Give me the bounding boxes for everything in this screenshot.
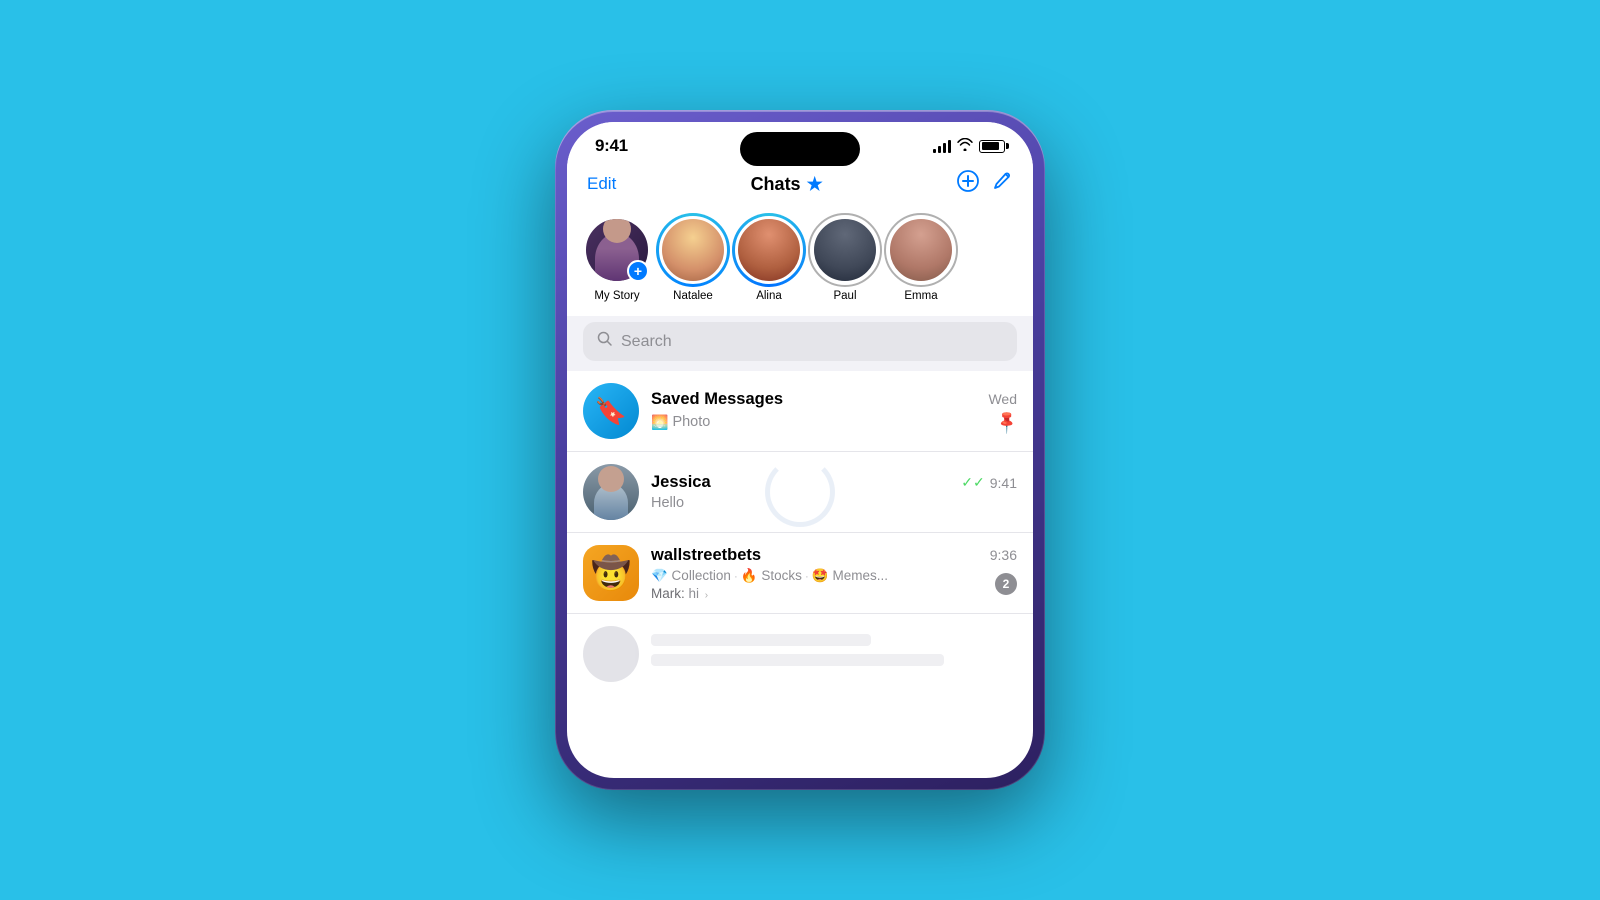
my-story-avatar-wrapper: +: [583, 216, 651, 284]
chat-item-jessica[interactable]: Jessica ✓✓ 9:41 Hello: [567, 452, 1033, 533]
alina-avatar: [735, 216, 803, 284]
saved-messages-content: Saved Messages Wed 🌅 Photo 📌: [651, 390, 1017, 432]
wsb-time: 9:36: [990, 547, 1017, 563]
status-time: 9:41: [595, 136, 628, 156]
partial-avatar: [583, 626, 639, 682]
emma-avatar: [887, 216, 955, 284]
story-item-paul[interactable]: Paul: [811, 216, 879, 302]
background: 9:41: [0, 0, 1600, 900]
chat-item-partial: [567, 614, 1033, 694]
jessica-content: Jessica ✓✓ 9:41 Hello: [651, 473, 1017, 511]
edit-button[interactable]: Edit: [587, 174, 616, 194]
emma-avatar-wrapper: [887, 216, 955, 284]
jessica-name: Jessica: [651, 473, 711, 492]
wsb-avatar: 🤠: [583, 545, 639, 601]
wsb-badge: 2: [995, 573, 1017, 595]
search-icon: [597, 331, 613, 352]
header: Edit Chats ★: [567, 162, 1033, 208]
emma-label: Emma: [904, 290, 937, 302]
wsb-preview: 💎 Collection · 🔥 Stocks · 🤩 Memes... Mar…: [651, 568, 995, 601]
natalee-label: Natalee: [673, 290, 713, 302]
double-check-icon: ✓✓: [961, 474, 984, 491]
chat-list: 🔖 Saved Messages Wed 🌅 Photo 📌: [567, 371, 1033, 694]
natalee-avatar-wrapper: [659, 216, 727, 284]
photo-emoji-icon: 🌅: [651, 414, 668, 431]
alina-label: Alina: [756, 290, 782, 302]
header-actions: [957, 170, 1013, 198]
chevron-right-icon: ›: [705, 590, 708, 601]
jessica-avatar: [583, 464, 639, 520]
paul-avatar-wrapper: [811, 216, 879, 284]
saved-messages-avatar: 🔖: [583, 383, 639, 439]
search-placeholder: Search: [621, 333, 672, 351]
chat-item-wsb[interactable]: 🤠 wallstreetbets 9:36 💎 Collection ·: [567, 533, 1033, 614]
mark-name: Mark:: [651, 586, 689, 601]
wsb-mark-preview: Mark: hi ›: [651, 586, 708, 601]
add-story-badge: +: [627, 260, 649, 282]
mark-message: hi: [689, 586, 700, 601]
wifi-icon: [957, 138, 973, 154]
wsb-tags: 💎 Collection · 🔥 Stocks · 🤩 Memes...: [651, 568, 888, 584]
natalee-avatar: [659, 216, 727, 284]
status-icons: [933, 138, 1005, 154]
saved-messages-preview: 🌅 Photo: [651, 414, 997, 431]
wsb-tag-stocks: 🔥 Stocks: [741, 568, 802, 584]
jessica-time: 9:41: [990, 475, 1017, 491]
story-item-my-story[interactable]: + My Story: [583, 216, 651, 302]
stories-container: + My Story Natalee: [567, 208, 1033, 316]
bookmark-icon: 🔖: [595, 396, 627, 427]
pin-icon: 📌: [993, 408, 1021, 436]
dynamic-island: [740, 132, 860, 166]
saved-messages-name: Saved Messages: [651, 390, 783, 409]
phone-screen: 9:41: [567, 122, 1033, 778]
paul-label: Paul: [833, 290, 856, 302]
wsb-content: wallstreetbets 9:36 💎 Collection · 🔥 Sto…: [651, 546, 1017, 601]
battery-icon: [979, 140, 1005, 153]
story-item-natalee[interactable]: Natalee: [659, 216, 727, 302]
header-title: Chats ★: [751, 174, 823, 195]
chat-item-saved[interactable]: 🔖 Saved Messages Wed 🌅 Photo 📌: [567, 371, 1033, 452]
wsb-tag-collection: 💎 Collection: [651, 568, 731, 584]
phone-wrapper: 9:41: [555, 110, 1045, 790]
search-container: Search: [567, 316, 1033, 371]
star-icon: ★: [807, 174, 823, 195]
add-chat-button[interactable]: [957, 170, 979, 198]
story-item-emma[interactable]: Emma: [887, 216, 955, 302]
status-bar: 9:41: [567, 122, 1033, 162]
paul-avatar: [811, 216, 879, 284]
signal-icon: [933, 139, 951, 153]
story-item-alina[interactable]: Alina: [735, 216, 803, 302]
my-story-label: My Story: [594, 290, 639, 302]
wsb-tag-memes: 🤩 Memes...: [812, 568, 888, 584]
saved-messages-time: Wed: [988, 391, 1017, 407]
wsb-emoji-icon: 🤠: [591, 554, 631, 592]
search-bar[interactable]: Search: [583, 322, 1017, 361]
compose-button[interactable]: [991, 170, 1013, 198]
jessica-preview: Hello: [651, 495, 1017, 511]
partial-lines: [651, 634, 1017, 674]
chats-title: Chats: [751, 174, 801, 195]
wsb-name: wallstreetbets: [651, 546, 761, 565]
alina-avatar-wrapper: [735, 216, 803, 284]
